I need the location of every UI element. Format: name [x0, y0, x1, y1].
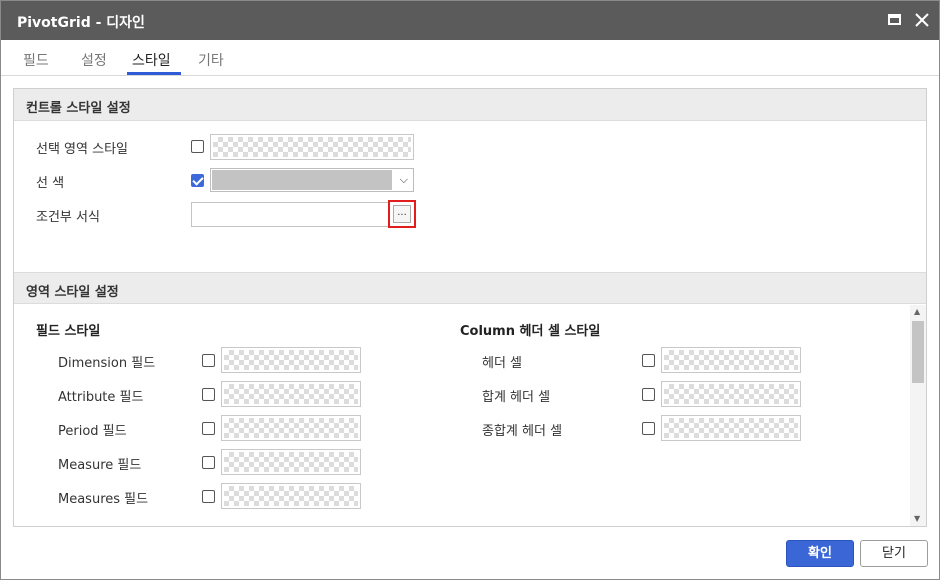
header-cell-label: 헤더 셀: [482, 356, 523, 371]
style-content-panel: 컨트롤 스타일 설정 선택 영역 스타일 선 색 ⌵ 조건부 서식 ... 영역…: [13, 88, 927, 527]
header-cell-checkbox[interactable]: [642, 354, 655, 367]
area-style-section-title: 영역 스타일 설정: [26, 285, 119, 300]
active-tab-indicator: [127, 72, 181, 75]
title-bar[interactable]: PivotGrid - 디자인: [1, 1, 939, 40]
attribute-field-label: Attribute 필드: [58, 390, 144, 405]
control-style-section-header: 컨트롤 스타일 설정: [14, 89, 926, 121]
measure-field-label: Measure 필드: [58, 458, 142, 473]
maximize-button[interactable]: [885, 10, 905, 30]
window-title: PivotGrid - 디자인: [17, 15, 145, 31]
conditional-format-label: 조건부 서식: [36, 210, 100, 225]
grand-total-header-cell-swatch[interactable]: [661, 415, 801, 441]
line-color-label: 선 색: [36, 176, 65, 191]
field-style-title: 필드 스타일: [36, 324, 101, 339]
scrollbar-thumb[interactable]: [912, 321, 924, 383]
measure-field-swatch[interactable]: [221, 449, 361, 475]
grand-total-header-cell-checkbox[interactable]: [642, 422, 655, 435]
period-field-checkbox[interactable]: [202, 422, 215, 435]
dimension-field-label: Dimension 필드: [58, 356, 156, 371]
column-header-style-title: Column 헤더 셀 스타일: [460, 324, 601, 339]
chevron-down-icon: ⌵: [399, 173, 408, 186]
selection-style-swatch[interactable]: [210, 134, 414, 160]
header-cell-swatch[interactable]: [661, 347, 801, 373]
tab-etc[interactable]: 기타: [198, 50, 224, 70]
line-color-checkbox[interactable]: [191, 174, 204, 187]
selection-style-label: 선택 영역 스타일: [36, 142, 128, 157]
measures-field-swatch[interactable]: [221, 483, 361, 509]
dimension-field-checkbox[interactable]: [202, 354, 215, 367]
tab-fields[interactable]: 필드: [23, 50, 49, 70]
dimension-field-swatch[interactable]: [221, 347, 361, 373]
line-color-select[interactable]: ⌵: [210, 168, 414, 192]
scroll-up-icon[interactable]: ▲: [914, 307, 920, 316]
area-style-section-header: 영역 스타일 설정: [14, 272, 926, 304]
measures-field-label: Measures 필드: [58, 492, 149, 507]
total-header-cell-checkbox[interactable]: [642, 388, 655, 401]
close-dialog-button[interactable]: 닫기: [860, 540, 928, 567]
measure-field-checkbox[interactable]: [202, 456, 215, 469]
period-field-swatch[interactable]: [221, 415, 361, 441]
maximize-icon: [888, 14, 901, 25]
area-style-scrollbar[interactable]: ▲ ▼: [910, 305, 926, 526]
total-header-cell-swatch[interactable]: [661, 381, 801, 407]
attribute-field-checkbox[interactable]: [202, 388, 215, 401]
scroll-down-icon[interactable]: ▼: [914, 514, 920, 523]
attribute-field-swatch[interactable]: [221, 381, 361, 407]
ellipsis-icon: ...: [393, 205, 411, 223]
ok-button[interactable]: 확인: [786, 540, 854, 567]
line-color-preview: [212, 170, 392, 190]
tab-bar: 필드 설정 스타일 기타: [1, 40, 939, 76]
selection-style-checkbox[interactable]: [191, 140, 204, 153]
total-header-cell-label: 합계 헤더 셀: [482, 390, 551, 405]
pivotgrid-design-dialog: PivotGrid - 디자인 필드 설정 스타일 기타 컨트롤 스타일 설정 …: [0, 0, 940, 580]
grand-total-header-cell-label: 종합계 헤더 셀: [482, 424, 563, 439]
measures-field-checkbox[interactable]: [202, 490, 215, 503]
tab-settings[interactable]: 설정: [81, 50, 107, 70]
period-field-label: Period 필드: [58, 424, 127, 439]
conditional-format-browse-button[interactable]: ...: [388, 200, 416, 228]
tab-style[interactable]: 스타일: [132, 50, 171, 70]
conditional-format-input[interactable]: [191, 202, 391, 227]
close-icon: [915, 13, 929, 27]
control-style-section-title: 컨트롤 스타일 설정: [26, 101, 131, 116]
close-button[interactable]: [912, 10, 932, 30]
